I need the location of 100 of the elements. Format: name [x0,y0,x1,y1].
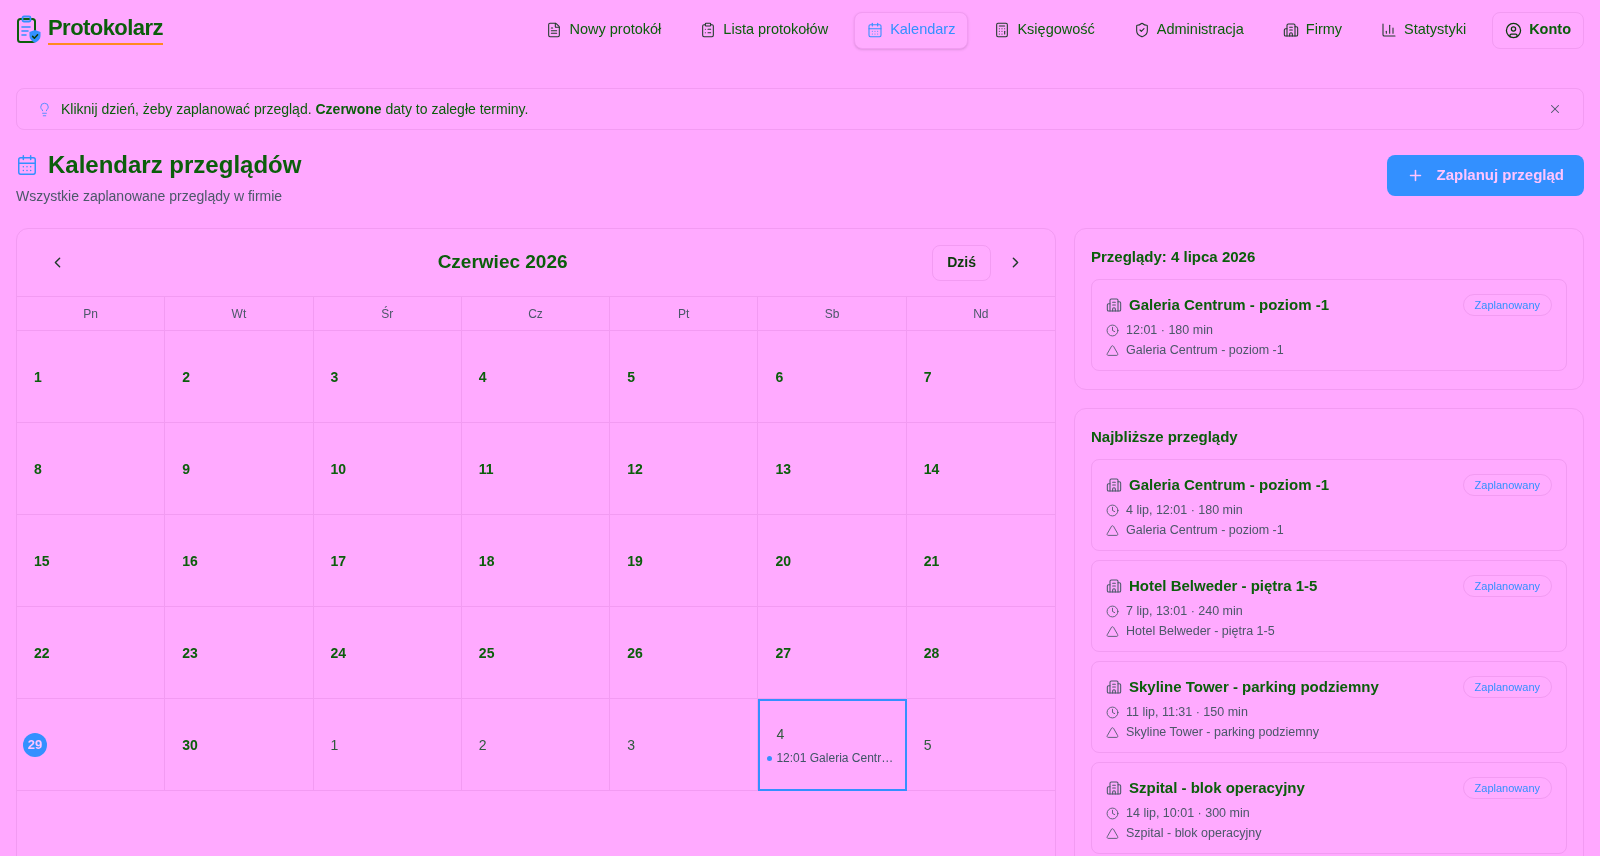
day-cell[interactable]: 10 [313,423,462,515]
weekday-label: Śr [381,305,394,323]
day-number: 14 [923,459,940,479]
day-number: 21 [923,551,940,571]
day-cell[interactable]: 11 [461,423,611,515]
review-card[interactable]: Szpital - blok operacyjny Zaplanowany 14 lip, 10:01 · 300 min Szpital - blok operacyjny [1091,762,1567,854]
review-title: Hotel Belweder - piętra 1-5 [1129,576,1318,596]
day-cell[interactable]: 3 [313,331,462,423]
day-number: 30 [182,735,198,755]
day-cell[interactable]: 13 [758,423,907,515]
status-badge: Zaplanowany [1462,474,1552,496]
building-icon [1106,578,1122,594]
day-cell[interactable]: 14 [906,423,1055,515]
day-cell[interactable]: 30 [165,699,314,791]
month-title: Czerwiec 2026 [436,250,569,275]
weekday-label: Wt [231,305,247,323]
bar-chart-icon [1381,22,1398,38]
day-cell[interactable]: 16 [165,515,314,607]
clock-icon [1106,324,1119,337]
review-location: Hotel Belweder - piętra 1-5 [1126,623,1275,640]
day-cell[interactable]: 5 [610,331,759,423]
day-cell[interactable]: 26 [610,607,759,699]
day-cell[interactable]: 6 [758,331,907,423]
review-title: Galeria Centrum - poziom -1 [1129,295,1330,315]
day-cell[interactable]: 9 [165,423,314,515]
weekday-label: Pt [678,305,690,323]
day-cell[interactable]: 25 [461,607,611,699]
review-time: 7 lip, 13:01 · 240 min [1126,603,1243,620]
day-cell[interactable]: 18 [461,515,611,607]
review-card[interactable]: Galeria Centrum - poziom -1 Zaplanowany 4 lip, 12:01 · 180 min Galeria Centrum - poziom -1 [1091,459,1567,551]
day-number: 4 [478,367,487,387]
day-cell[interactable]: 21 [906,515,1055,607]
day-cell[interactable]: 19 [610,515,759,607]
triangle-icon [1106,524,1119,537]
day-number: 3 [330,367,339,387]
close-icon [1548,102,1562,116]
day-cell[interactable]: 12 [610,423,759,515]
user-icon [1505,21,1523,39]
day-number: 9 [182,459,191,479]
nav-tab[interactable]: Administracja [1120,11,1257,49]
day-cell[interactable]: 1 [313,699,462,791]
nav-tab[interactable]: Księgowość [981,11,1108,49]
today-button[interactable]: Dziś [932,244,991,281]
day-number: 22 [34,643,50,663]
review-title: Szpital - blok operacyjny [1129,778,1305,798]
day-cell[interactable]: 23 [165,607,314,699]
day-cell[interactable]: 27 [758,607,907,699]
lightbulb-icon [37,101,52,117]
nav-tab[interactable]: Statystyki [1368,11,1480,49]
day-cell[interactable]: 28 [906,607,1055,699]
weekday-label: Sb [824,305,840,323]
clipboard-icon [700,22,717,38]
building-icon [1106,297,1122,313]
account-button[interactable]: Konto [1492,11,1584,49]
day-cell[interactable]: 15 [17,515,166,607]
day-number: 7 [923,367,932,387]
review-time: 12:01 · 180 min [1126,322,1213,339]
day-cell[interactable]: 5 [906,699,1055,791]
day-number: 27 [775,643,791,663]
day-cell[interactable]: 7 [906,331,1055,423]
weekday-label: Cz [528,305,543,323]
day-number: 5 [627,367,635,387]
event-label[interactable]: 12:01 Galeria Centr… [776,750,894,766]
day-number: 5 [923,735,932,755]
shield-check-icon [1133,22,1150,38]
status-badge: Zaplanowany [1462,777,1552,799]
review-time: 14 lip, 10:01 · 300 min [1126,805,1250,822]
day-cell[interactable]: 2 [165,331,314,423]
day-number: 8 [34,459,42,479]
info-text: Kliknij dzień, żeby zaplanować przegląd. Czerwone daty to zaległe terminy. [61,99,529,119]
document-icon [546,22,563,38]
day-cell[interactable]: 2 [461,699,611,791]
day-number: 24 [330,643,347,663]
day-cell[interactable]: 4 12:01 Galeria Centr… [758,699,907,791]
weekday-label: Nd [973,305,989,323]
weekday-label: Pn [83,305,98,323]
review-card[interactable]: Skyline Tower - parking podziemny Zaplanowany 11 lip, 11:31 · 150 min Skyline Tower - parking podziemny [1091,661,1567,753]
day-cell[interactable]: 24 [313,607,462,699]
calendar-icon [16,154,38,176]
day-number: 28 [923,643,940,663]
day-cell[interactable]: 17 [313,515,462,607]
review-card[interactable]: Hotel Belweder - piętra 1-5 Zaplanowany 7 lip, 13:01 · 240 min Hotel Belweder - piętra 1-5 [1091,560,1567,652]
day-cell[interactable]: 1 [17,331,166,423]
status-badge: Zaplanowany [1462,294,1552,316]
nav-tab[interactable]: Lista protokołów [687,11,842,49]
panel-title: Najbliższe przeglądy [1091,428,1239,446]
day-cell[interactable]: 22 [17,607,166,699]
day-number: 17 [330,551,347,571]
logo-text[interactable]: Protokolarz [48,15,163,45]
clipboard-shield-icon [16,15,42,45]
day-cell[interactable]: 8 [17,423,166,515]
day-number: 16 [182,551,198,571]
day-cell[interactable]: 4 [461,331,611,423]
nav-tab[interactable]: Nowy protokół [533,11,675,49]
nav-tab[interactable]: Firmy [1269,11,1356,49]
review-card[interactable]: Galeria Centrum - poziom -1 Zaplanowany 12:01 · 180 min Galeria Centrum - poziom -1 [1091,279,1567,371]
day-number: 25 [478,643,495,663]
day-cell[interactable]: 3 [610,699,759,791]
day-cell[interactable]: 20 [758,515,907,607]
clock-icon [1106,504,1119,517]
